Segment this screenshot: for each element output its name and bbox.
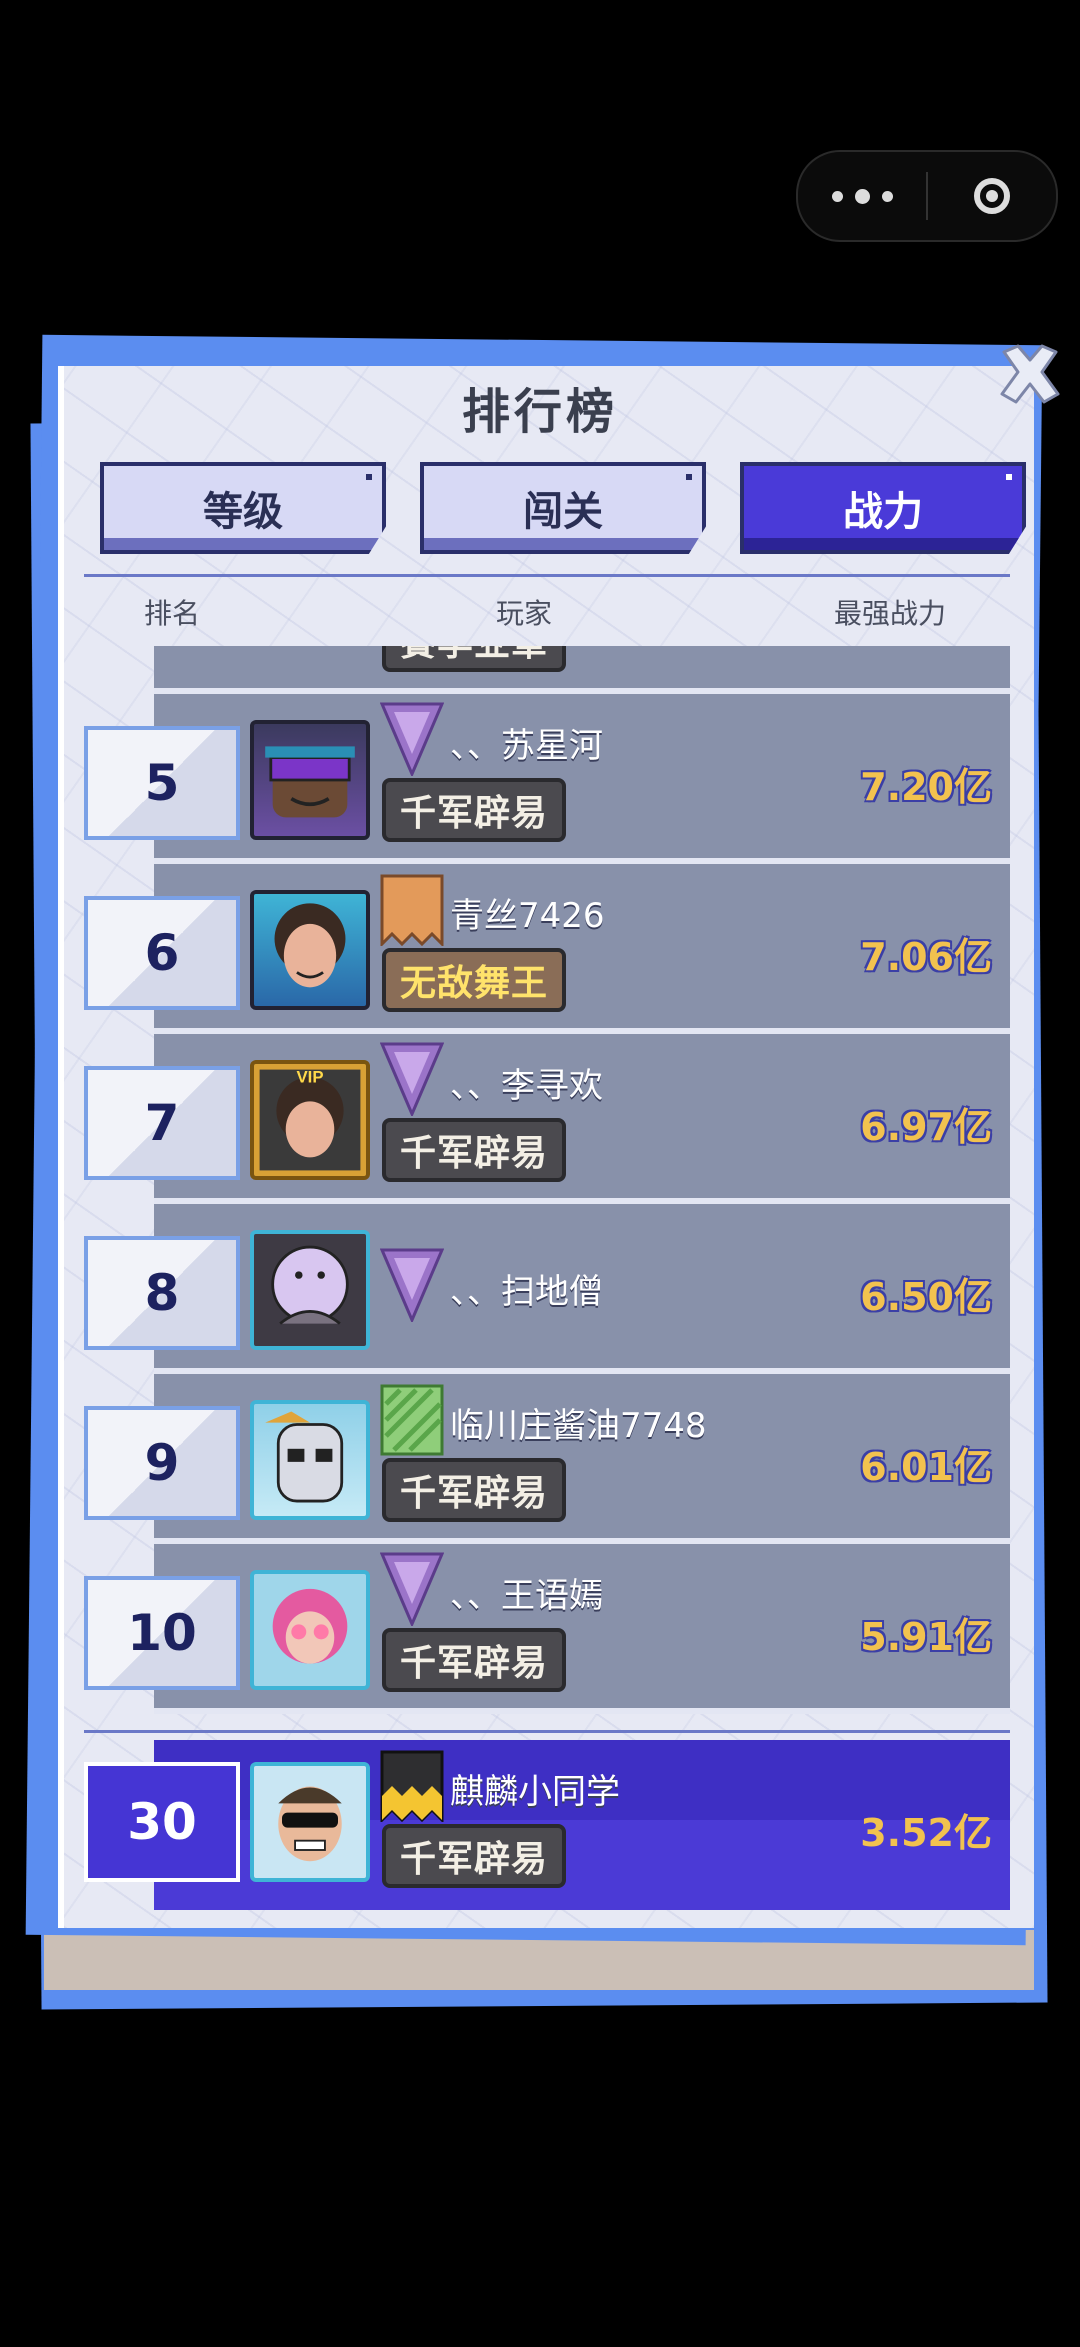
title-plaque: 千军辟易 <box>382 1628 566 1692</box>
rank-badge-icon <box>380 1552 444 1626</box>
table-row[interactable]: 6 青丝7426 无敌舞王 7.06亿 <box>84 864 1010 1034</box>
title-plaque: 千军辟易 <box>382 1824 566 1888</box>
rank-badge-icon <box>380 874 444 946</box>
my-player-name: 麒麟小同学 <box>450 1772 620 1812</box>
rank-number: 10 <box>84 1576 240 1690</box>
table-row[interactable]: 7 VIP 、、李寻欢 千军辟易 6.97亿 <box>84 1034 1010 1204</box>
my-rank-divider <box>84 1730 1010 1733</box>
title-plaque: 千军辟易 <box>382 1118 566 1182</box>
table-row[interactable]: 5 、、苏星河 千军辟易 7.20亿 <box>84 694 1010 864</box>
table-row[interactable]: 9 临川庄酱油7748 千军辟易 6.01亿 <box>84 1374 1010 1544</box>
my-rank-number: 30 <box>84 1762 240 1882</box>
avatar[interactable] <box>250 720 370 840</box>
svg-text:VIP: VIP <box>296 1068 323 1087</box>
power-value: 6.50亿 <box>860 1275 992 1319</box>
rank-badge-icon <box>380 1750 444 1822</box>
title-plaque: 賽李业軍 <box>382 646 566 672</box>
player-name: 、、苏星河 <box>450 726 603 766</box>
rank-badge-icon <box>380 1384 444 1456</box>
title-plaque: 无敌舞王 <box>382 948 566 1012</box>
column-rank: 排名 <box>144 597 201 630</box>
player-name: 、、王语嫣 <box>450 1576 603 1616</box>
avatar[interactable] <box>250 1230 370 1350</box>
table-row[interactable]: 賽李业軍 <box>84 646 1010 694</box>
player-name: 、、扫地僧 <box>450 1272 603 1312</box>
avatar[interactable] <box>250 890 370 1010</box>
more-dots-icon[interactable] <box>798 188 926 204</box>
rank-number: 8 <box>84 1236 240 1350</box>
rank-badge-icon <box>380 1042 444 1116</box>
miniprogram-capsule <box>796 150 1058 242</box>
power-value: 6.97亿 <box>860 1105 992 1149</box>
power-value: 7.06亿 <box>860 935 992 979</box>
avatar[interactable] <box>250 1400 370 1520</box>
rank-number: 5 <box>84 726 240 840</box>
tab-power[interactable]: 战力 <box>740 462 1026 554</box>
tab-stage[interactable]: 闯关 <box>420 462 706 554</box>
power-value: 7.20亿 <box>860 765 992 809</box>
leaderboard-list[interactable]: 賽李业軍 5 、、苏星河 千军辟易 7.20亿 6 <box>84 646 1010 1718</box>
avatar[interactable] <box>250 1570 370 1690</box>
table-row[interactable]: 10 、、王语嫣 千军辟易 5.91亿 <box>84 1544 1010 1714</box>
title-plaque: 千军辟易 <box>382 1458 566 1522</box>
player-name: 青丝7426 <box>450 896 605 936</box>
rank-number: 6 <box>84 896 240 1010</box>
tab-level[interactable]: 等级 <box>100 462 386 554</box>
player-name: 、、李寻欢 <box>450 1066 603 1106</box>
rank-badge-icon <box>380 702 444 776</box>
avatar[interactable] <box>250 1762 370 1882</box>
table-row[interactable]: 8 、、扫地僧 6.50亿 <box>84 1204 1010 1374</box>
power-value: 6.01亿 <box>860 1445 992 1489</box>
rank-number: 9 <box>84 1406 240 1520</box>
column-player: 玩家 <box>496 597 553 630</box>
player-name: 临川庄酱油7748 <box>450 1406 707 1446</box>
target-close-icon[interactable] <box>928 178 1056 214</box>
my-rank-row[interactable]: 30 麒麟小同学 千军辟易 3.52亿 <box>84 1740 1010 1910</box>
header-divider <box>84 574 1010 577</box>
page-title: 排行榜 <box>461 384 618 440</box>
title-plaque: 千军辟易 <box>382 778 566 842</box>
rank-number: 7 <box>84 1066 240 1180</box>
column-power: 最强战力 <box>834 597 947 630</box>
rank-badge-icon <box>380 1248 444 1322</box>
avatar[interactable]: VIP <box>250 1060 370 1180</box>
power-value: 5.91亿 <box>860 1615 992 1659</box>
my-power-value: 3.52亿 <box>860 1811 992 1855</box>
